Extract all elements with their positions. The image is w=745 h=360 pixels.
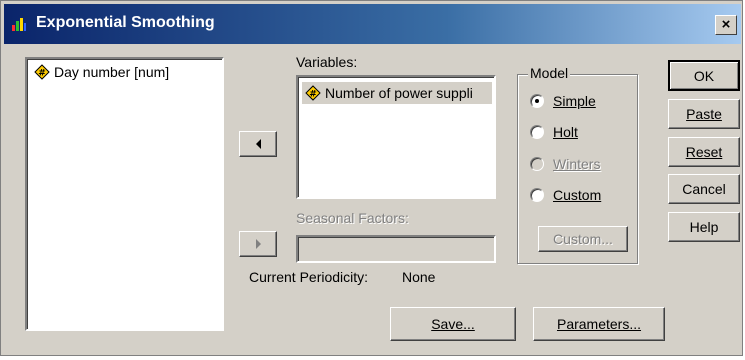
- seasonal-factors-label: Seasonal Factors:: [296, 210, 409, 226]
- model-group-title: Model: [528, 65, 571, 81]
- list-item-label: Day number [num]: [54, 64, 170, 80]
- title-bar[interactable]: Exponential Smoothing ×: [4, 4, 741, 44]
- list-item[interactable]: # Day number [num]: [34, 64, 169, 80]
- move-seasonal-button[interactable]: [239, 231, 277, 257]
- radio-holt[interactable]: Holt: [530, 124, 578, 140]
- paste-button[interactable]: Paste: [668, 99, 740, 129]
- variables-label: Variables:: [296, 54, 358, 70]
- exponential-smoothing-dialog: Exponential Smoothing × # Day number [nu…: [0, 0, 743, 356]
- list-item[interactable]: # Number of power suppli: [302, 82, 492, 104]
- close-button[interactable]: ×: [715, 15, 737, 35]
- window-title: Exponential Smoothing: [36, 14, 215, 31]
- list-item-label: Number of power suppli: [325, 85, 473, 101]
- seasonal-factors-field[interactable]: [296, 235, 496, 263]
- svg-text:#: #: [309, 90, 317, 100]
- cancel-button[interactable]: Cancel: [668, 174, 740, 204]
- reset-button[interactable]: Reset: [668, 137, 740, 167]
- source-variable-list[interactable]: # Day number [num]: [25, 57, 224, 331]
- radio-winters[interactable]: Winters: [530, 156, 600, 172]
- parameters-button[interactable]: Parameters...: [533, 307, 665, 341]
- radio-holt-label: Holt: [553, 124, 578, 140]
- svg-text:#: #: [38, 69, 46, 79]
- radio-custom[interactable]: Custom: [530, 187, 601, 203]
- custom-model-button[interactable]: Custom...: [538, 226, 628, 252]
- arrow-left-icon: [255, 139, 261, 149]
- radio-custom-label: Custom: [553, 187, 602, 203]
- radio-indicator: [530, 188, 544, 202]
- radio-winters-label: Winters: [553, 156, 601, 172]
- numeric-variable-icon: #: [34, 64, 50, 80]
- current-periodicity-label: Current Periodicity:: [249, 269, 369, 285]
- help-button[interactable]: Help: [668, 212, 740, 242]
- numeric-variable-icon: #: [305, 85, 321, 101]
- radio-indicator: [530, 94, 544, 108]
- current-periodicity-value: None: [402, 269, 436, 285]
- ok-button[interactable]: OK: [668, 60, 740, 91]
- radio-simple[interactable]: Simple: [530, 93, 596, 109]
- radio-simple-label: Simple: [553, 93, 596, 109]
- arrow-right-icon: [255, 239, 261, 249]
- radio-indicator: [530, 125, 544, 139]
- close-icon: ×: [721, 16, 731, 33]
- variables-list[interactable]: # Number of power suppli: [296, 75, 496, 199]
- save-button[interactable]: Save...: [390, 307, 516, 341]
- move-variable-button[interactable]: [239, 131, 277, 157]
- radio-indicator: [530, 157, 544, 171]
- app-icon: [12, 18, 26, 31]
